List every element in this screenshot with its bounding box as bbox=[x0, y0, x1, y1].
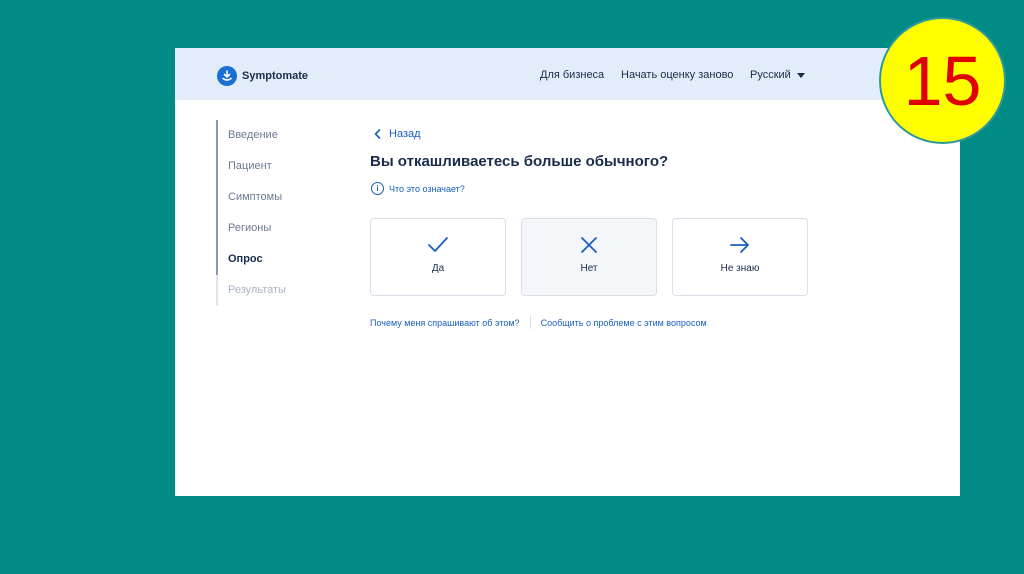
progress-steps: Введение Пациент Симптомы Регионы Опрос … bbox=[216, 120, 356, 306]
x-icon bbox=[581, 237, 597, 253]
answer-no-button[interactable]: Нет bbox=[521, 218, 657, 296]
step-results: Результаты bbox=[216, 275, 356, 306]
language-select[interactable]: Русский bbox=[750, 69, 805, 81]
language-label: Русский bbox=[750, 69, 791, 81]
step-patient[interactable]: Пациент bbox=[216, 151, 356, 182]
check-icon bbox=[428, 237, 448, 252]
nav-for-business[interactable]: Для бизнеса bbox=[540, 69, 604, 81]
back-link[interactable]: Назад bbox=[374, 128, 421, 140]
report-problem-link[interactable]: Сообщить о проблеме с этим вопросом bbox=[541, 318, 707, 328]
header: Symptomate Для бизнеса Начать оценку зан… bbox=[175, 48, 960, 100]
answer-dont-know-button[interactable]: Не знаю bbox=[672, 218, 808, 296]
answer-no-label: Нет bbox=[580, 263, 598, 274]
back-label: Назад bbox=[389, 128, 421, 140]
info-icon: i bbox=[371, 182, 384, 195]
question-title: Вы откашливаетесь больше обычного? bbox=[370, 153, 669, 170]
step-symptoms[interactable]: Симптомы bbox=[216, 182, 356, 213]
answer-yes-button[interactable]: Да bbox=[370, 218, 506, 296]
logo-text: Symptomate bbox=[242, 70, 309, 82]
answer-yes-label: Да bbox=[431, 263, 445, 274]
arrow-right-icon bbox=[730, 237, 749, 253]
chevron-left-icon bbox=[374, 129, 381, 139]
answer-dont-know-label: Не знаю bbox=[720, 263, 760, 274]
slide-number: 15 bbox=[903, 41, 982, 120]
why-asked-link[interactable]: Почему меня спрашивают об этом? bbox=[370, 318, 520, 328]
chevron-down-icon bbox=[796, 72, 805, 78]
divider bbox=[529, 316, 531, 329]
footer-links: Почему меня спрашивают об этом? Сообщить… bbox=[370, 316, 707, 329]
symptomate-logo-icon bbox=[217, 66, 237, 86]
app-screen: Symptomate Для бизнеса Начать оценку зан… bbox=[175, 48, 960, 496]
nav-restart[interactable]: Начать оценку заново bbox=[621, 69, 733, 81]
step-intro[interactable]: Введение bbox=[216, 120, 356, 151]
what-means-label: Что это означает? bbox=[389, 183, 465, 194]
step-interview: Опрос bbox=[216, 244, 356, 275]
logo[interactable]: Symptomate bbox=[217, 66, 308, 86]
slide-number-badge: 15 bbox=[879, 17, 1006, 144]
step-regions[interactable]: Регионы bbox=[216, 213, 356, 244]
what-means-link[interactable]: i Что это означает? bbox=[371, 182, 465, 195]
